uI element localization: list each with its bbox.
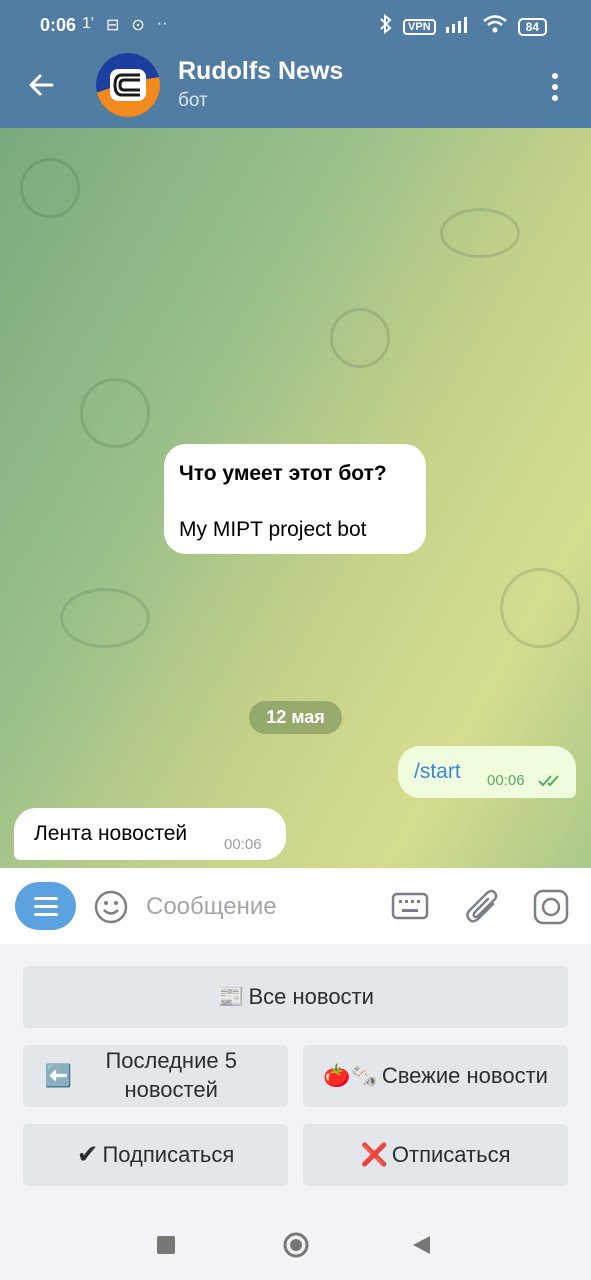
- notification-icon: ⊙: [131, 17, 145, 34]
- button-label: Свежие новости: [381, 1062, 548, 1088]
- fresh-news-button[interactable]: 🍅🗞️ Свежие новости: [303, 1045, 568, 1107]
- more-options-icon[interactable]: [547, 70, 563, 104]
- chat-subtitle: бот: [178, 90, 208, 111]
- bot-avatar[interactable]: [96, 53, 160, 117]
- button-label: Все новости: [248, 983, 374, 1009]
- outgoing-message[interactable]: /start 00:06: [398, 746, 576, 798]
- unsubscribe-button[interactable]: ❌ Отписаться: [303, 1124, 568, 1186]
- menu-icon: [34, 913, 58, 916]
- subscribe-button[interactable]: ✔ Подписаться: [23, 1124, 288, 1186]
- incoming-message[interactable]: Лента новостей 00:06: [14, 808, 286, 860]
- bot-menu-button[interactable]: [15, 882, 76, 930]
- signal-icon: [445, 15, 472, 38]
- keyboard-icon[interactable]: [390, 891, 430, 921]
- message-input-bar: [0, 868, 591, 944]
- back-arrow-icon[interactable]: [26, 70, 56, 100]
- checkmark-icon: ✔: [76, 1139, 99, 1170]
- bot-info-bubble: Что умеет этот бот? My MIPT project bot: [164, 444, 426, 554]
- system-navigation-bar: [0, 1210, 591, 1280]
- home-icon[interactable]: [282, 1231, 310, 1259]
- menu-icon: [34, 897, 58, 900]
- background-doodle: [80, 378, 150, 448]
- cross-icon: ❌: [360, 1141, 388, 1167]
- more-notifications-icon: ··: [156, 15, 168, 32]
- read-checkmarks-icon: [538, 774, 564, 788]
- system-icons: VPN 84: [379, 13, 547, 39]
- newspaper-icon: 📰: [217, 983, 245, 1009]
- background-doodle: [20, 158, 80, 218]
- background-doodle: [500, 568, 580, 648]
- wifi-icon: [482, 14, 508, 39]
- back-triangle-icon[interactable]: [410, 1233, 434, 1257]
- vpn-badge: VPN: [403, 18, 436, 35]
- message-input[interactable]: [146, 890, 376, 924]
- bot-info-description: My MIPT project bot: [179, 518, 367, 541]
- camera-icon[interactable]: [532, 888, 570, 926]
- background-doodle: [440, 208, 520, 258]
- bot-keyboard: 📰 Все новости ⬅️ Последние 5 новостей 🍅🗞…: [0, 944, 591, 1210]
- button-label: Отписаться: [391, 1141, 511, 1167]
- message-text: Лента новостей: [34, 822, 188, 845]
- attach-icon[interactable]: [465, 888, 501, 926]
- date-separator: 12 мая: [249, 701, 342, 734]
- status-time: 0:06: [40, 15, 77, 35]
- emoji-icon[interactable]: [93, 889, 129, 925]
- background-doodle: [60, 588, 150, 648]
- menu-icon: [34, 905, 58, 908]
- last-5-news-button[interactable]: ⬅️ Последние 5 новостей: [23, 1045, 288, 1107]
- message-text[interactable]: /start: [414, 760, 461, 784]
- all-news-button[interactable]: 📰 Все новости: [23, 966, 568, 1028]
- notification-icon: 1ʹ: [82, 15, 94, 32]
- chat-area[interactable]: Что умеет этот бот? My MIPT project bot …: [0, 128, 591, 868]
- bot-info-title: Что умеет этот бот?: [179, 462, 387, 485]
- battery-indicator: 84: [517, 17, 547, 36]
- button-label: Последние 5 новостей: [105, 1048, 237, 1102]
- message-time: 00:06: [224, 836, 262, 853]
- chat-title[interactable]: Rudolfs News: [178, 57, 343, 86]
- bluetooth-icon: [379, 13, 393, 39]
- status-bar: 0:06 1ʹ ⊟ ⊙ ·· VPN 84: [0, 0, 591, 50]
- background-doodle: [330, 308, 390, 368]
- left-arrow-icon: ⬅️: [44, 1062, 73, 1088]
- recent-apps-icon[interactable]: [157, 1236, 175, 1254]
- message-time: 00:06: [487, 772, 525, 789]
- notification-icons: 1ʹ ⊟ ⊙ ··: [82, 15, 167, 35]
- tomato-newspaper-icon: 🍅🗞️: [323, 1062, 378, 1088]
- chat-header: Rudolfs News бот: [0, 50, 591, 128]
- notification-icon: ⊟: [105, 17, 120, 34]
- button-label: Подписаться: [102, 1141, 235, 1167]
